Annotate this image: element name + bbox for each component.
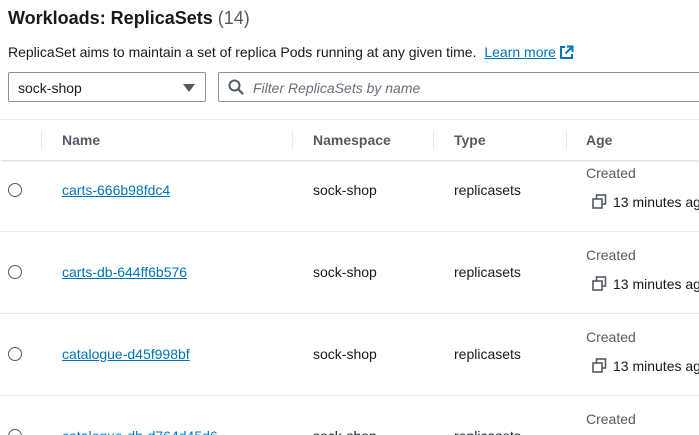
external-link-icon bbox=[559, 45, 574, 59]
created-label: Created bbox=[586, 329, 636, 345]
copy-icon[interactable] bbox=[592, 276, 607, 291]
filter-replicasets-input[interactable] bbox=[251, 77, 695, 99]
caret-down-icon bbox=[183, 84, 195, 92]
copy-icon[interactable] bbox=[592, 194, 607, 209]
namespace-cell: sock-shop bbox=[313, 182, 377, 198]
namespace-cell: sock-shop bbox=[313, 428, 377, 435]
row-select-radio[interactable] bbox=[8, 429, 22, 435]
column-separator bbox=[566, 130, 567, 150]
age-value: 13 minutes ago bbox=[613, 194, 699, 210]
row-select-radio[interactable] bbox=[8, 183, 22, 197]
column-separator bbox=[433, 130, 434, 150]
age-cell: 13 minutes ago bbox=[592, 358, 699, 374]
created-label: Created bbox=[586, 247, 636, 263]
table-row[interactable]: catalogue-d45f998bf sock-shop replicaset… bbox=[0, 313, 699, 396]
learn-more-label: Learn more bbox=[484, 44, 556, 60]
column-header-type[interactable]: Type bbox=[454, 132, 486, 148]
row-select-radio[interactable] bbox=[8, 347, 22, 361]
table-row[interactable]: carts-db-644ff6b576 sock-shop replicaset… bbox=[0, 231, 699, 314]
age-value: 13 minutes ago bbox=[613, 358, 699, 374]
replicaset-count: (14) bbox=[217, 8, 250, 28]
type-cell: replicasets bbox=[454, 346, 521, 362]
created-label: Created bbox=[586, 411, 636, 427]
type-cell: replicasets bbox=[454, 182, 521, 198]
namespace-cell: sock-shop bbox=[313, 346, 377, 362]
column-separator bbox=[292, 130, 293, 150]
table-row[interactable]: catalogue-db-d764d45d6 sock-shop replica… bbox=[0, 395, 699, 435]
age-value: 13 minutes ago bbox=[613, 276, 699, 292]
description-text: ReplicaSet aims to maintain a set of rep… bbox=[8, 44, 477, 60]
table-row[interactable]: carts-666b98fdc4 sock-shop replicasets C… bbox=[0, 149, 699, 232]
row-select-radio[interactable] bbox=[8, 265, 22, 279]
page-description: ReplicaSet aims to maintain a set of rep… bbox=[8, 44, 574, 60]
copy-icon[interactable] bbox=[592, 358, 607, 373]
type-cell: replicasets bbox=[454, 428, 521, 435]
filter-replicasets-field[interactable] bbox=[218, 72, 699, 102]
type-cell: replicasets bbox=[454, 264, 521, 280]
column-header-age[interactable]: Age bbox=[586, 132, 612, 148]
created-label: Created bbox=[586, 165, 636, 181]
namespace-select-value: sock-shop bbox=[18, 80, 82, 96]
replicaset-name-link[interactable]: catalogue-d45f998bf bbox=[62, 346, 190, 362]
page-title: Workloads: ReplicaSets (14) bbox=[8, 8, 250, 29]
page-title-text: Workloads: ReplicaSets bbox=[8, 8, 213, 28]
column-header-namespace[interactable]: Namespace bbox=[313, 132, 391, 148]
age-cell: 13 minutes ago bbox=[592, 194, 699, 210]
replicaset-name-link[interactable]: carts-666b98fdc4 bbox=[62, 182, 170, 198]
column-separator bbox=[41, 130, 42, 150]
learn-more-link[interactable]: Learn more bbox=[484, 44, 574, 60]
namespace-cell: sock-shop bbox=[313, 264, 377, 280]
replicaset-name-link[interactable]: carts-db-644ff6b576 bbox=[62, 264, 187, 280]
column-header-name[interactable]: Name bbox=[62, 132, 100, 148]
search-icon bbox=[228, 79, 244, 95]
age-cell: 13 minutes ago bbox=[592, 276, 699, 292]
namespace-select[interactable]: sock-shop bbox=[8, 72, 206, 102]
replicaset-name-link[interactable]: catalogue-db-d764d45d6 bbox=[62, 428, 218, 435]
